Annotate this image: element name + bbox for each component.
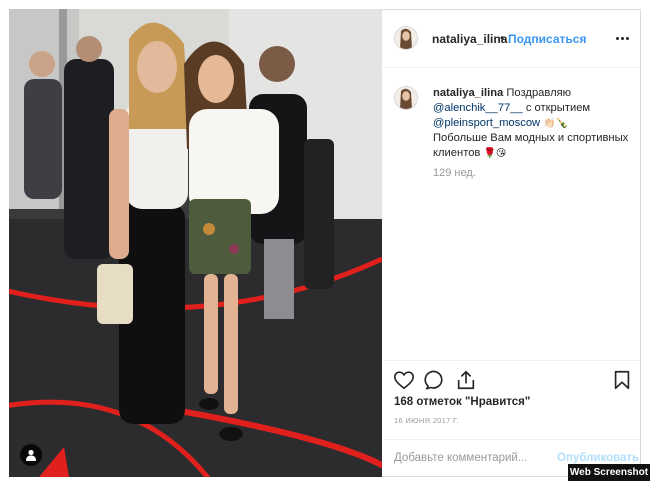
more-dot [626,37,629,40]
author-avatar[interactable] [394,26,418,50]
caption-avatar[interactable] [394,86,418,110]
caption-text: с открытием [525,102,591,114]
post-actions-section: 168 отметок "Нравится" 16 ИЮНЯ 2017 Г. О… [383,360,640,476]
post-caption: nataliya_ilina Поздравляю @alenchik__77_… [433,86,633,161]
post-sidebar: nataliya_ilina • Подписаться nataliya_il… [383,10,640,476]
mention-link[interactable]: @alenchik__77__ [433,102,523,114]
follow-button[interactable]: Подписаться [508,32,586,46]
caption-text: Побольше Вам модных и спортивных клиенто… [433,132,629,159]
comment-icon[interactable] [424,369,446,391]
photo-scene [9,9,382,477]
post-header: nataliya_ilina • Подписаться [383,10,640,68]
more-options-icon[interactable] [615,32,631,44]
caption-emoji: 🌹😘 [483,148,507,159]
publish-button[interactable]: Опубликовать [557,452,639,464]
avatar-image [395,27,417,49]
caption-timestamp[interactable]: 129 нед. [433,167,476,179]
caption-emoji: 👏🏻🍾 [543,118,569,129]
post-photo[interactable] [9,9,382,477]
caption-text: Поздравляю [506,87,572,99]
heart-icon[interactable] [393,369,415,391]
tagged-users-button[interactable] [20,444,42,466]
share-icon[interactable] [455,369,477,391]
post-date: 16 ИЮНЯ 2017 Г. [394,416,459,425]
person-icon [26,449,36,461]
likes-count[interactable]: 168 отметок "Нравится" [394,396,530,408]
mention-link[interactable]: @pleinsport_moscow [433,117,540,129]
more-dot [621,37,624,40]
separator-dot: • [500,31,505,45]
comment-input[interactable] [394,449,554,467]
caption-username[interactable]: nataliya_ilina [433,87,503,99]
watermark-label: Web Screenshot [568,464,650,481]
avatar-image [395,87,417,109]
author-username[interactable]: nataliya_ilina [432,32,507,46]
bookmark-icon[interactable] [611,369,633,391]
more-dot [616,37,619,40]
